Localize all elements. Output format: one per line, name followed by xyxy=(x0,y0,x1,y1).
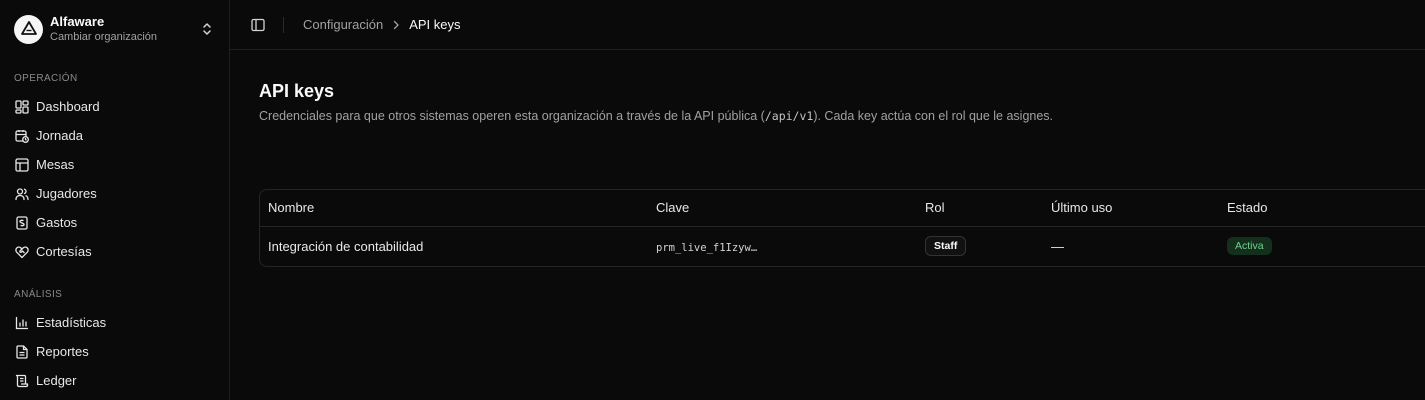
page-title: API keys xyxy=(259,81,335,101)
role-cell: Staff xyxy=(917,226,1043,266)
sidebar-item-label: Ledger xyxy=(36,373,77,388)
page-description: Credenciales para que otros sistemas ope… xyxy=(259,108,1425,124)
sidebar-item-dashboard[interactable]: Dashboard xyxy=(0,92,229,121)
nav-operacion: Dashboard Jornada Mesas Jugadores Gastos… xyxy=(0,92,229,266)
sidebar-item-label: Estadísticas xyxy=(36,315,107,330)
sidebar-item-label: Mesas xyxy=(36,157,75,172)
topbar-divider xyxy=(283,16,284,33)
column-header-nombre: Nombre xyxy=(260,190,648,227)
chevrons-up-down-icon[interactable] xyxy=(199,21,215,37)
dashboard-icon xyxy=(14,99,29,114)
key-prefix: prm_live_f1Izyw… xyxy=(656,241,758,254)
section-label-operacion: OPERACIÓN xyxy=(14,73,78,84)
column-header-ultimo-uso: Último uso xyxy=(1043,190,1219,227)
api-keys-table: Nombre Clave Rol Último uso Estado Integ… xyxy=(259,189,1425,267)
sidebar-item-label: Dashboard xyxy=(36,99,100,114)
chevron-right-icon xyxy=(392,20,400,30)
column-header-clave: Clave xyxy=(648,190,917,227)
sidebar-item-estadisticas[interactable]: Estadísticas xyxy=(0,308,229,337)
page-description-text: Credenciales para que otros sistemas ope… xyxy=(259,109,765,123)
breadcrumb: Configuración API keys xyxy=(303,17,461,32)
sidebar-item-jugadores[interactable]: Jugadores xyxy=(0,179,229,208)
status-badge: Activa xyxy=(1227,237,1272,256)
sidebar-item-gastos[interactable]: Gastos xyxy=(0,208,229,237)
scroll-icon xyxy=(14,373,29,388)
org-name: Alfaware xyxy=(50,14,105,29)
sidebar-toggle-icon[interactable] xyxy=(250,17,266,33)
sidebar-item-label: Cortesías xyxy=(36,244,92,259)
column-header-estado: Estado xyxy=(1219,190,1425,227)
sidebar-item-cortesias[interactable]: Cortesías xyxy=(0,237,229,266)
sidebar-item-label: Jornada xyxy=(36,128,83,143)
status-cell: Activa xyxy=(1219,226,1425,266)
org-logo xyxy=(14,14,43,44)
receipt-icon xyxy=(14,215,29,230)
sidebar-item-label: Jugadores xyxy=(36,186,97,201)
key-name-cell: Integración de contabilidad xyxy=(268,238,424,254)
role-badge: Staff xyxy=(925,236,967,257)
top-bar: Configuración API keys xyxy=(230,0,1425,50)
sidebar-item-label: Gastos xyxy=(36,215,78,230)
page-content: API keys Credenciales para que otros sis… xyxy=(230,50,1425,267)
nav-analisis: Estadísticas Reportes Ledger xyxy=(0,308,229,395)
app-shell: Alfaware Cambiar organización OPERACIÓN … xyxy=(0,0,1425,400)
table-icon xyxy=(14,157,29,172)
sidebar: Alfaware Cambiar organización OPERACIÓN … xyxy=(0,0,230,400)
breadcrumb-configuracion[interactable]: Configuración xyxy=(303,17,383,32)
org-switcher[interactable]: Alfaware Cambiar organización xyxy=(0,0,229,58)
column-header-rol: Rol xyxy=(917,190,1043,227)
sidebar-item-reportes[interactable]: Reportes xyxy=(0,337,229,366)
sidebar-item-jornada[interactable]: Jornada xyxy=(0,121,229,150)
heart-handshake-icon xyxy=(14,244,29,259)
breadcrumb-current: API keys xyxy=(409,17,461,32)
key-value-cell: prm_live_f1Izyw… xyxy=(648,226,917,266)
users-icon xyxy=(14,186,29,201)
section-label-analisis: ANÁLISIS xyxy=(14,289,63,300)
main-content: Configuración API keys API keys Credenci… xyxy=(230,0,1425,400)
sidebar-item-label: Reportes xyxy=(36,344,89,359)
table-header-row: Nombre Clave Rol Último uso Estado xyxy=(260,190,1425,227)
bar-chart-icon xyxy=(14,315,29,330)
sidebar-item-mesas[interactable]: Mesas xyxy=(0,150,229,179)
api-path-code: /api/v1 xyxy=(764,109,814,123)
sidebar-item-ledger[interactable]: Ledger xyxy=(0,366,229,395)
calendar-clock-icon xyxy=(14,128,29,143)
table-row[interactable]: Integración de contabilidad prm_live_f1I… xyxy=(260,226,1425,266)
page-description-text-end: ). Cada key actúa con el rol que le asig… xyxy=(813,109,1054,123)
org-subtitle: Cambiar organización xyxy=(50,31,157,43)
file-text-icon xyxy=(14,344,29,359)
last-used-cell: — xyxy=(1051,238,1064,254)
